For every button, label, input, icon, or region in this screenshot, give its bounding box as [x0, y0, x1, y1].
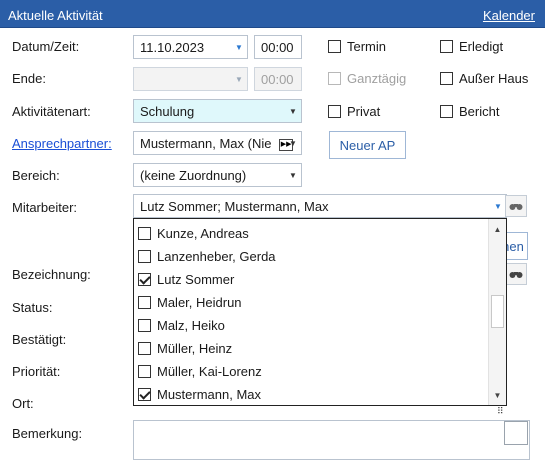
label-ende: Ende: — [12, 71, 46, 86]
area-value: (keine Zuordnung) — [140, 168, 247, 183]
list-item-label: Mustermann, Max — [157, 387, 262, 402]
list-item-label: Kunze, Andreas — [157, 226, 249, 241]
new-contact-button[interactable]: Neuer AP — [329, 131, 406, 159]
label-prioritaet: Priorität: — [12, 364, 61, 379]
list-item[interactable]: Lutz Sommer — [138, 272, 234, 287]
checkbox-box[interactable] — [138, 388, 151, 401]
scroll-up-icon[interactable]: ▲ — [489, 221, 506, 237]
resize-grip-icon[interactable]: ⠿ — [497, 406, 504, 417]
label-bereich: Bereich: — [12, 168, 60, 183]
checkbox-box[interactable] — [138, 319, 151, 332]
date-input[interactable]: 11.10.2023 ▼ — [133, 35, 248, 59]
binoculars-icon[interactable] — [505, 263, 527, 285]
checkbox-privat-label: Privat — [347, 104, 381, 119]
employee-dropdown-list[interactable]: Kunze, Andreas Lanzenheber, Gerda Lutz S… — [133, 218, 507, 406]
checkbox-box[interactable] — [328, 105, 341, 118]
list-item[interactable]: Mustermann, Max — [138, 387, 261, 402]
checkbox-bericht-label: Bericht — [459, 104, 500, 119]
list-item[interactable]: Malz, Heiko — [138, 318, 225, 333]
end-time-value: 00:00 — [261, 72, 294, 87]
list-item[interactable]: Müller, Heinz — [138, 341, 232, 356]
chevron-down-icon[interactable]: ▼ — [285, 164, 301, 186]
list-item-label: Malz, Heiko — [157, 318, 225, 333]
label-bemerkung: Bemerkung: — [12, 426, 83, 441]
list-item[interactable]: Lanzenheber, Gerda — [138, 249, 276, 264]
contact-value: Mustermann, Max (Nie — [140, 136, 272, 151]
list-item[interactable]: Müller, Kai-Lorenz — [138, 364, 262, 379]
label-art: Aktivitätenart: — [12, 104, 91, 119]
scrollbar[interactable]: ▲ ▼ — [488, 219, 506, 405]
list-item-label: Lanzenheber, Gerda — [157, 249, 276, 264]
employee-select[interactable]: Lutz Sommer; Mustermann, Max ▼ — [133, 194, 507, 218]
checkbox-erledigt[interactable]: Erledigt — [440, 39, 503, 54]
checkbox-box[interactable] — [440, 72, 453, 85]
list-item[interactable]: Kunze, Andreas — [138, 226, 249, 241]
chevron-down-icon[interactable]: ▼ — [285, 132, 301, 154]
employee-value: Lutz Sommer; Mustermann, Max — [140, 199, 329, 214]
header-title: Aktuelle Aktivität — [8, 8, 103, 23]
date-value: 11.10.2023 — [140, 40, 205, 55]
label-datum: Datum/Zeit: — [12, 39, 80, 54]
checkbox-erledigt-label: Erledigt — [459, 39, 504, 54]
checkbox-box[interactable] — [440, 105, 453, 118]
chevron-down-icon[interactable]: ▼ — [490, 195, 506, 217]
scroll-down-icon[interactable]: ▼ — [489, 387, 506, 403]
checkbox-box[interactable] — [138, 342, 151, 355]
label-status: Status: — [12, 300, 53, 315]
checkbox-privat[interactable]: Privat — [328, 104, 380, 119]
checkbox-termin-label: Termin — [347, 39, 387, 54]
checkbox-ganztaegig-label: Ganztägig — [347, 71, 407, 86]
label-ort: Ort: — [12, 396, 34, 411]
label-bezeichnung: Bezeichnung: — [12, 267, 91, 282]
chevron-down-icon[interactable]: ▼ — [231, 36, 247, 58]
label-mitarbeiter: Mitarbeiter: — [12, 200, 78, 215]
calendar-link[interactable]: Kalender — [483, 8, 535, 23]
checkbox-box[interactable] — [138, 273, 151, 286]
list-item-label: Müller, Heinz — [157, 341, 233, 356]
checkbox-box[interactable] — [328, 40, 341, 53]
checkbox-ausser-haus-label: Außer Haus — [459, 71, 529, 86]
checkbox-box[interactable] — [138, 227, 151, 240]
area-select[interactable]: (keine Zuordnung) ▼ — [133, 163, 302, 187]
checkbox-box[interactable] — [138, 365, 151, 378]
list-item-label: Müller, Kai-Lorenz — [157, 364, 262, 379]
checkbox-bericht[interactable]: Bericht — [440, 104, 499, 119]
chevron-down-icon[interactable]: ▼ — [231, 68, 247, 90]
time-input[interactable]: 00:00 — [254, 35, 302, 59]
activity-type-select[interactable]: Schulung ▼ — [133, 99, 302, 123]
time-value: 00:00 — [261, 40, 294, 55]
checkbox-ganztaegig[interactable]: Ganztägig — [328, 71, 406, 86]
list-item[interactable]: Maler, Heidrun — [138, 295, 242, 310]
binoculars-icon[interactable] — [505, 195, 527, 217]
list-item-label: Lutz Sommer — [157, 272, 235, 287]
remark-textarea[interactable] — [133, 420, 530, 460]
end-time-input[interactable]: 00:00 — [254, 67, 302, 91]
scrollbar-thumb[interactable] — [491, 295, 504, 328]
activity-type-value: Schulung — [140, 104, 195, 119]
chevron-down-icon[interactable]: ▼ — [285, 100, 301, 122]
end-date-input[interactable]: ▼ — [133, 67, 248, 91]
window-header: Aktuelle Aktivität Kalender — [0, 0, 545, 28]
label-bestaetigt: Bestätigt: — [12, 332, 67, 347]
remark-button[interactable] — [504, 421, 528, 445]
checkbox-ausser-haus[interactable]: Außer Haus — [440, 71, 528, 86]
ansprechpartner-link[interactable]: Ansprechpartner: — [12, 136, 112, 151]
list-item-label: Maler, Heidrun — [157, 295, 242, 310]
checkbox-termin[interactable]: Termin — [328, 39, 386, 54]
checkbox-box[interactable] — [138, 296, 151, 309]
checkbox-box[interactable] — [440, 40, 453, 53]
checkbox-box[interactable] — [328, 72, 341, 85]
contact-select[interactable]: Mustermann, Max (Nie ▶▶ ▼ — [133, 131, 302, 155]
checkbox-box[interactable] — [138, 250, 151, 263]
